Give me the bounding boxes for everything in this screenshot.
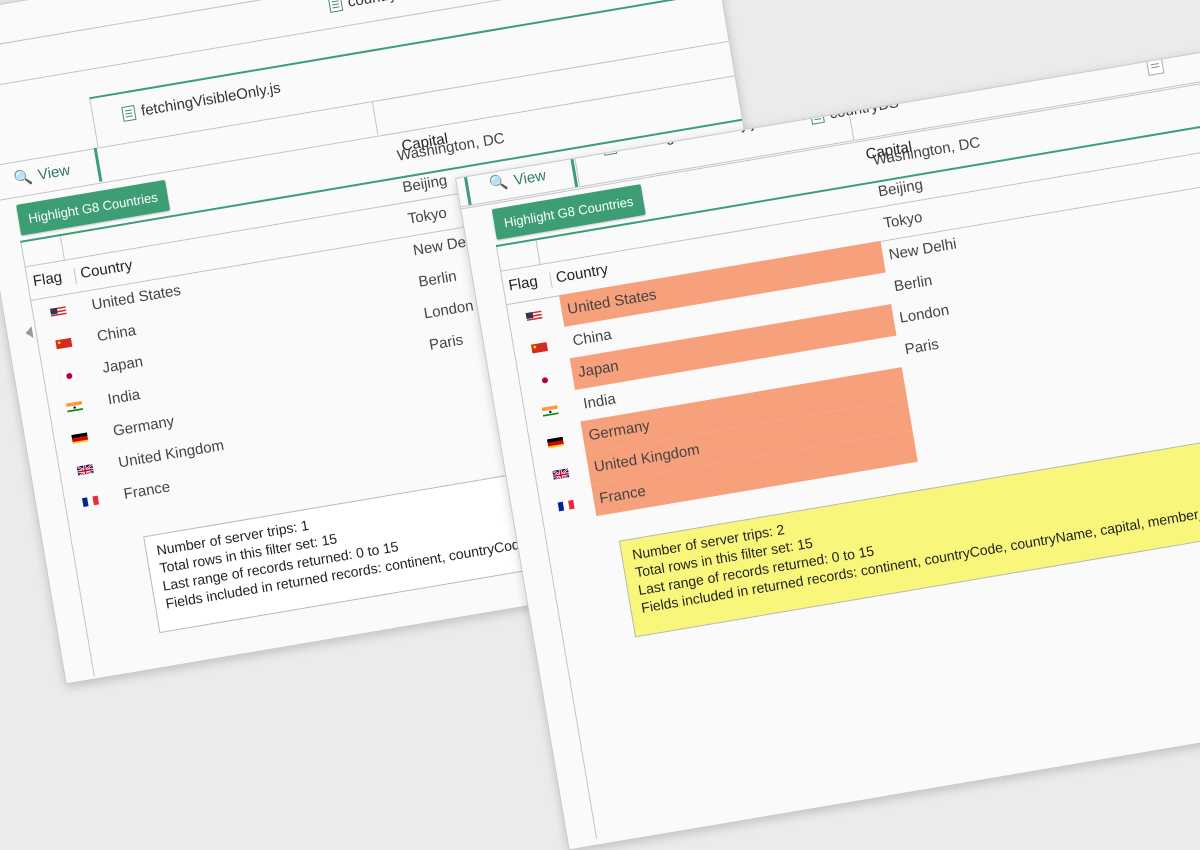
tab-fetchingvisibleonly[interactable]: fetchingVisibleOnly.js bbox=[121, 79, 282, 122]
flag-de-icon bbox=[546, 435, 565, 449]
flag-us-icon bbox=[49, 304, 68, 318]
filter-icon[interactable] bbox=[1146, 57, 1165, 76]
search-icon: 🔍 bbox=[488, 173, 510, 194]
flag-in-icon bbox=[65, 399, 84, 413]
flag-in-icon bbox=[541, 403, 559, 417]
file-icon bbox=[327, 0, 344, 13]
flag-jp-icon bbox=[60, 367, 78, 381]
highlight-g8-button[interactable]: Highlight G8 Countries bbox=[491, 184, 646, 240]
flag-cn-icon bbox=[530, 340, 549, 354]
tab-countryds[interactable]: countryDS bbox=[809, 94, 900, 126]
flag-gb-icon bbox=[76, 462, 94, 476]
file-icon bbox=[121, 104, 137, 122]
search-icon: 🔍 bbox=[12, 168, 34, 188]
panel-after-highlight: countryDS fetchingVisibleOnly.js 🔍 View … bbox=[455, 50, 1200, 850]
flag-header[interactable]: Flag bbox=[507, 273, 539, 295]
flag-gb-icon bbox=[551, 466, 570, 480]
capital-cell: Paris bbox=[903, 335, 941, 359]
flag-jp-icon bbox=[535, 372, 554, 386]
flag-fr-icon bbox=[557, 498, 575, 512]
tab-view[interactable]: 🔍 View bbox=[488, 166, 547, 193]
file-icon bbox=[809, 107, 825, 125]
country-cell: France bbox=[598, 482, 647, 508]
country-header[interactable]: Country bbox=[79, 257, 134, 283]
country-cell: France bbox=[122, 478, 172, 503]
flag-fr-icon bbox=[81, 494, 100, 508]
capital-cell: Paris bbox=[427, 331, 465, 354]
tab-view[interactable]: 🔍 View bbox=[12, 161, 71, 188]
country-header[interactable]: Country bbox=[555, 261, 610, 287]
flag-de-icon bbox=[71, 430, 89, 444]
highlight-g8-button[interactable]: Highlight G8 Countries bbox=[16, 179, 170, 236]
flag-us-icon bbox=[525, 308, 543, 323]
tab-countryds[interactable]: countryDS bbox=[327, 0, 418, 14]
flag-header[interactable]: Flag bbox=[32, 269, 64, 291]
flag-cn-icon bbox=[55, 336, 73, 350]
